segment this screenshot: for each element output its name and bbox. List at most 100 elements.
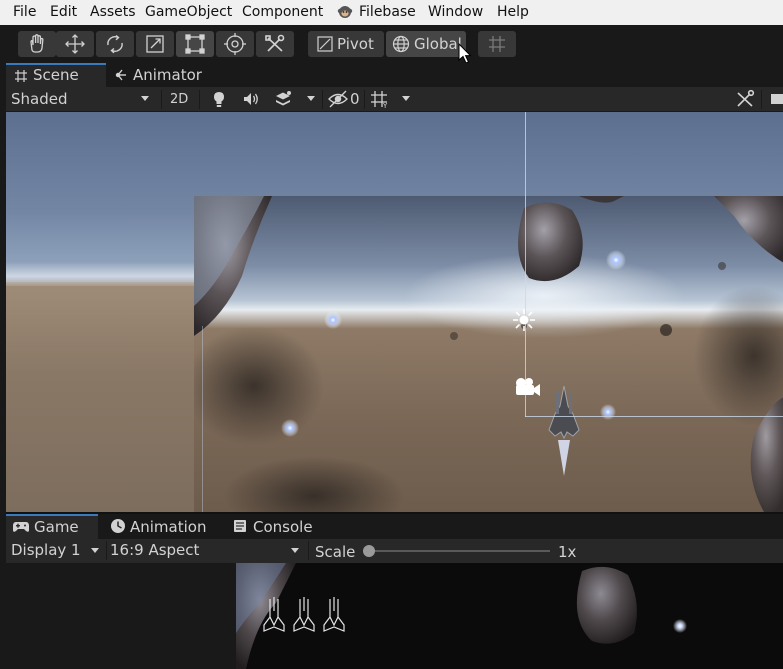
display-value: Display 1	[11, 541, 81, 559]
hidden-objects-toggle[interactable]: 0	[326, 88, 362, 110]
monkey-icon	[337, 4, 353, 20]
canvas-bounds-line	[202, 326, 203, 512]
aspect-value: 16:9 Aspect	[110, 541, 200, 559]
transform-tool-button[interactable]	[216, 31, 254, 57]
game-tab-strip: Game Animation Console	[6, 512, 783, 539]
global-label: Global	[414, 35, 462, 53]
tab-game[interactable]: Game	[6, 514, 98, 539]
animator-icon	[115, 69, 126, 81]
main-toolbar: Pivot Global	[0, 25, 783, 64]
hand-icon	[30, 34, 44, 53]
chevron-down-icon	[402, 96, 410, 101]
transform-icon	[224, 33, 246, 55]
menu-filebase[interactable]: Filebase	[359, 4, 416, 21]
lighting-toggle[interactable]	[206, 88, 232, 110]
player-ship-sprite	[548, 386, 580, 476]
draw-mode-value: Shaded	[11, 90, 68, 108]
svg-text:Y: Y	[382, 102, 388, 110]
tab-console[interactable]: Console	[226, 514, 336, 539]
tab-animation-label: Animation	[130, 518, 207, 536]
game-area-sprite	[194, 196, 783, 512]
menu-help[interactable]: Help	[497, 4, 529, 21]
menu-edit[interactable]: Edit	[50, 4, 77, 21]
menu-assets[interactable]: Assets	[90, 4, 136, 21]
console-icon	[234, 520, 246, 532]
effects-dropdown[interactable]	[270, 88, 318, 110]
tools-icon	[265, 34, 285, 52]
gizmos-button[interactable]	[766, 88, 783, 110]
snap-grid-button[interactable]	[478, 31, 516, 57]
menu-component[interactable]: Component	[242, 4, 323, 21]
separator	[322, 90, 323, 109]
menu-file[interactable]: File	[13, 4, 36, 21]
camera-gizmo-icon[interactable]	[512, 376, 542, 398]
camera-bounds-line	[525, 416, 783, 417]
move-icon	[65, 34, 85, 54]
scale-slider[interactable]	[363, 545, 552, 557]
aspect-dropdown[interactable]: 16:9 Aspect	[108, 539, 306, 563]
tab-animator-label: Animator	[133, 66, 202, 84]
eye-hidden-icon	[328, 90, 348, 108]
camera-bounds-line	[525, 112, 526, 417]
move-tool-button[interactable]	[56, 31, 94, 57]
scene-tab-strip: Scene Animator	[6, 63, 783, 87]
globe-icon	[392, 35, 410, 53]
tab-scene-label: Scene	[33, 66, 79, 84]
speaker-icon	[244, 93, 258, 105]
global-toggle[interactable]: Global	[386, 31, 466, 57]
tab-animation[interactable]: Animation	[104, 514, 222, 539]
separator	[364, 90, 365, 109]
grid-snapping-dropdown[interactable]: Y	[368, 88, 414, 110]
game-view-toolbar: Display 1 16:9 Aspect Scale 1x	[6, 539, 783, 563]
separator	[199, 90, 200, 109]
draw-mode-dropdown[interactable]: Shaded	[6, 87, 158, 111]
light-gizmo-icon[interactable]	[511, 307, 537, 333]
rotate-tool-button[interactable]	[96, 31, 134, 57]
audio-toggle[interactable]	[238, 88, 264, 110]
snap-grid-icon	[489, 36, 505, 52]
grid-axis-icon: Y	[371, 91, 388, 110]
tab-game-label: Game	[34, 518, 79, 536]
separator	[106, 541, 107, 560]
hand-tool-button[interactable]	[18, 31, 56, 57]
separator	[761, 90, 762, 109]
menu-window[interactable]: Window	[428, 4, 483, 21]
layers-icon	[276, 91, 291, 106]
clock-icon	[111, 519, 125, 533]
mode-2d-label: 2D	[170, 92, 189, 107]
space-background-art	[194, 196, 783, 512]
rect-tool-button[interactable]	[176, 31, 214, 57]
scene-viewport[interactable]	[6, 112, 783, 512]
pivot-icon	[317, 36, 333, 52]
scene-view-toolbar: Shaded 2D 0 Y	[6, 87, 783, 112]
hidden-count: 0	[350, 90, 360, 108]
chevron-down-icon	[291, 548, 299, 553]
gizmos-icon	[771, 94, 783, 104]
display-dropdown[interactable]: Display 1	[6, 539, 104, 563]
tab-scene[interactable]: Scene	[6, 63, 106, 87]
tools-icon	[737, 89, 755, 107]
pivot-label: Pivot	[337, 35, 374, 53]
scene-tools-button[interactable]	[733, 88, 757, 110]
game-viewport[interactable]	[6, 563, 783, 669]
tab-animator[interactable]: Animator	[106, 63, 216, 87]
scale-tool-button[interactable]	[136, 31, 174, 57]
gamepad-icon	[13, 522, 29, 532]
pivot-toggle[interactable]: Pivot	[308, 31, 384, 57]
lightbulb-icon	[214, 92, 224, 107]
scale-icon	[146, 35, 164, 53]
mode-2d-toggle[interactable]: 2D	[164, 88, 196, 110]
scale-slider-thumb[interactable]	[363, 545, 375, 557]
mouse-cursor-icon	[458, 43, 472, 64]
menu-bar: File Edit Assets GameObject Component Fi…	[0, 0, 783, 25]
custom-tool-button[interactable]	[256, 31, 294, 57]
chevron-down-icon	[141, 96, 149, 101]
menu-gameobject[interactable]: GameObject	[145, 4, 232, 21]
game-render-area	[236, 563, 783, 669]
rect-transform-icon	[185, 34, 205, 54]
chevron-down-icon	[91, 548, 99, 553]
scale-label: Scale	[315, 543, 356, 561]
scale-value: 1x	[558, 543, 577, 561]
lives-ship-icons	[263, 597, 345, 632]
chevron-down-icon	[307, 96, 315, 101]
